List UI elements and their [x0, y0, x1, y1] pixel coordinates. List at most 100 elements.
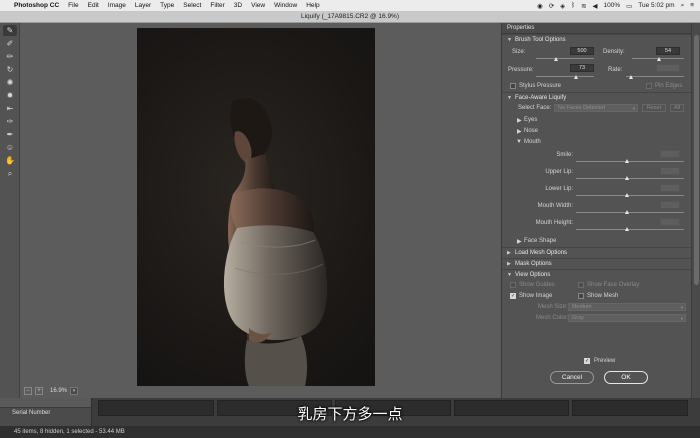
- freeze-mask-tool-icon[interactable]: ✑: [3, 116, 17, 127]
- lower-lip-slider-knob[interactable]: [625, 193, 629, 197]
- bloat-tool-icon[interactable]: ✹: [3, 90, 17, 101]
- reset-button[interactable]: Reset: [642, 104, 666, 112]
- stylus-pressure-checkbox[interactable]: [510, 83, 516, 89]
- eyes-row[interactable]: ▶ Eyes: [502, 115, 691, 126]
- load-mesh-options-header[interactable]: ▶ Load Mesh Options: [502, 247, 691, 258]
- show-mesh-checkbox[interactable]: [578, 293, 584, 299]
- mask-options-header[interactable]: ▶ Mask Options: [502, 258, 691, 269]
- density-slider-knob[interactable]: [657, 57, 661, 61]
- menu-edit[interactable]: Edit: [88, 2, 99, 9]
- smile-label: Smile:: [556, 152, 573, 158]
- upper-lip-input[interactable]: [660, 167, 680, 175]
- notification-icon[interactable]: ≡: [690, 2, 694, 9]
- mouth-width-input[interactable]: [660, 201, 680, 209]
- face-shape-row[interactable]: ▶ Face Shape: [502, 236, 691, 247]
- record-icon[interactable]: ◉: [537, 2, 543, 10]
- smooth-tool-icon[interactable]: ✏: [3, 51, 17, 62]
- push-left-tool-icon[interactable]: ⇤: [3, 103, 17, 114]
- menu-filter[interactable]: Filter: [210, 2, 224, 9]
- panel-scrollbar[interactable]: [691, 23, 700, 398]
- twirl-tool-icon[interactable]: ↻: [3, 64, 17, 75]
- forward-warp-tool-icon[interactable]: ✎: [3, 25, 17, 36]
- sync-icon[interactable]: ⟳: [549, 2, 554, 10]
- mouth-height-input[interactable]: [660, 218, 680, 226]
- menu-type[interactable]: Type: [160, 2, 174, 9]
- nose-row[interactable]: ▶ Nose: [502, 126, 691, 137]
- size-input[interactable]: 500: [570, 47, 594, 55]
- scrollbar-thumb[interactable]: [694, 35, 699, 285]
- all-button[interactable]: All: [670, 104, 684, 112]
- face-shape-label: Face Shape: [524, 238, 557, 244]
- battery-icon[interactable]: ▭: [626, 2, 632, 10]
- lower-lip-slider-track[interactable]: [576, 195, 684, 196]
- brush-options-header[interactable]: ▼ Brush Tool Options: [502, 34, 691, 45]
- zoom-dropdown-icon[interactable]: ▾: [70, 387, 79, 395]
- preview-checkbox[interactable]: ✓: [584, 358, 590, 364]
- pressure-input[interactable]: 73: [570, 64, 594, 72]
- lower-lip-input[interactable]: [660, 184, 680, 192]
- rate-slider-knob[interactable]: [629, 75, 633, 79]
- ok-button[interactable]: OK: [604, 371, 648, 384]
- smile-input[interactable]: [660, 150, 680, 158]
- properties-panel: Properties ▼ Brush Tool Options Size: 500…: [501, 23, 691, 398]
- menu-file[interactable]: File: [68, 2, 78, 9]
- mesh-size-dropdown[interactable]: Medium ▾: [568, 303, 686, 311]
- dropdown-caret-icon: ▾: [680, 305, 683, 310]
- show-face-overlay-checkbox[interactable]: [578, 282, 584, 288]
- view-options-header[interactable]: ▼ View Options: [502, 269, 691, 280]
- mesh-color-dropdown[interactable]: Gray ▾: [568, 314, 686, 322]
- select-face-dropdown[interactable]: No Faces Detected ▾: [554, 104, 638, 112]
- pin-edges-checkbox[interactable]: [646, 83, 652, 89]
- reconstruct-tool-icon[interactable]: ✐: [3, 38, 17, 49]
- smile-slider-knob[interactable]: [625, 159, 629, 163]
- menu-view[interactable]: View: [251, 2, 265, 9]
- upper-lip-slider-track[interactable]: [576, 178, 684, 179]
- mouth-width-slider-track[interactable]: [576, 212, 684, 213]
- preview-canvas[interactable]: − + 16.9% ▾: [20, 23, 500, 398]
- search-icon[interactable]: ⌕: [681, 2, 685, 10]
- upper-lip-label: Upper Lip:: [545, 169, 573, 175]
- size-slider-knob[interactable]: [554, 57, 558, 61]
- density-input[interactable]: 54: [656, 47, 680, 55]
- collapsed-triangle-icon: ▶: [517, 129, 522, 135]
- mouth-width-slider-knob[interactable]: [625, 210, 629, 214]
- menu-layer[interactable]: Layer: [135, 2, 151, 9]
- upper-lip-slider-knob[interactable]: [625, 176, 629, 180]
- pressure-slider-knob[interactable]: [574, 75, 578, 79]
- dropdown-caret-icon: ▾: [632, 106, 635, 111]
- show-mesh-label: Show Mesh: [587, 293, 619, 299]
- cancel-button[interactable]: Cancel: [550, 371, 594, 384]
- menu-window[interactable]: Window: [274, 2, 297, 9]
- pressure-slider-track[interactable]: [536, 76, 594, 77]
- dropbox-icon[interactable]: ◈: [560, 2, 565, 10]
- bluetooth-icon[interactable]: ᛒ: [571, 2, 575, 9]
- show-guides-label: Show Guides: [519, 282, 555, 288]
- volume-icon[interactable]: ◀: [593, 2, 598, 10]
- battery-value: 100%: [603, 2, 621, 9]
- menu-select[interactable]: Select: [183, 2, 201, 9]
- show-image-checkbox[interactable]: ✓: [510, 293, 516, 299]
- zoom-in-button[interactable]: +: [35, 387, 43, 395]
- mouth-row[interactable]: ▼ Mouth: [502, 137, 691, 148]
- wifi-icon[interactable]: ≋: [581, 2, 586, 10]
- menu-app-name[interactable]: Photoshop CC: [14, 2, 59, 9]
- smile-slider-track[interactable]: [576, 161, 684, 162]
- menu-3d[interactable]: 3D: [234, 2, 242, 9]
- mouth-height-slider-track[interactable]: [576, 229, 684, 230]
- thaw-mask-tool-icon[interactable]: ✒: [3, 129, 17, 140]
- zoom-tool-icon[interactable]: ⌕: [3, 168, 17, 179]
- zoom-out-button[interactable]: −: [24, 387, 32, 395]
- pucker-tool-icon[interactable]: ✺: [3, 77, 17, 88]
- hand-tool-icon[interactable]: ✋: [3, 155, 17, 166]
- size-slider-track[interactable]: [536, 58, 594, 59]
- photo-preview[interactable]: [137, 28, 375, 386]
- show-guides-checkbox[interactable]: [510, 282, 516, 288]
- clock[interactable]: Tue 5:02 pm: [638, 2, 674, 9]
- rate-slider-track[interactable]: [626, 76, 684, 77]
- menu-help[interactable]: Help: [306, 2, 319, 9]
- menu-image[interactable]: Image: [108, 2, 126, 9]
- rate-input[interactable]: [656, 64, 680, 72]
- mouth-height-slider-knob[interactable]: [625, 227, 629, 231]
- face-tool-icon[interactable]: ☺: [3, 142, 17, 153]
- face-aware-header[interactable]: ▼ Face-Aware Liquify: [502, 92, 691, 103]
